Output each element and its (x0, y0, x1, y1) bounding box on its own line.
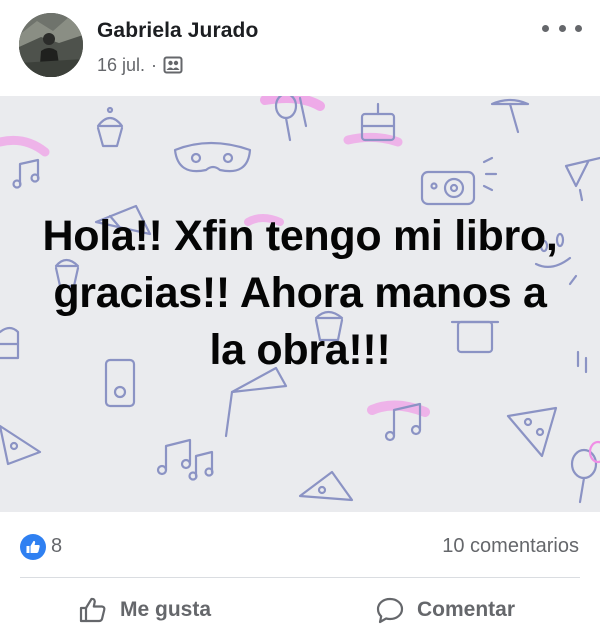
avatar[interactable] (19, 13, 83, 77)
music-note-doodle (12, 158, 40, 189)
balloon-doodle (570, 440, 600, 504)
bunting-doodle (564, 156, 600, 188)
music-note-doodle (156, 438, 214, 481)
like-button-label: Me gusta (120, 598, 212, 621)
action-bar: Me gusta Comentar (0, 578, 600, 642)
comment-button-label: Comentar (417, 598, 516, 621)
meta-separator: · (151, 54, 158, 75)
comment-button[interactable]: Comentar (375, 578, 515, 642)
like-icon[interactable] (20, 534, 46, 560)
post-meta: 16 jul. · (97, 53, 183, 77)
pizza-doodle (298, 470, 354, 502)
confetti-doodle (576, 350, 588, 374)
post-text: Hola!! Xfin tengo mi libro, gracias!! Ah… (42, 212, 558, 374)
comments-count[interactable]: 10 comentarios (442, 535, 579, 558)
post-header: Gabriela Jurado 16 jul. · (0, 0, 600, 96)
cocktail-doodle (490, 98, 530, 134)
cake-doodle (0, 326, 20, 360)
thumbs-up-icon (79, 597, 106, 623)
more-options-button[interactable] (542, 18, 582, 38)
party-mask-doodle (173, 141, 252, 173)
post-date[interactable]: 16 jul. (97, 55, 145, 76)
friends-icon[interactable] (163, 55, 183, 75)
more-dot-icon (558, 24, 566, 32)
post-background-image[interactable]: Hola!! Xfin tengo mi libro, gracias!! Ah… (0, 96, 600, 512)
pizza-doodle (0, 424, 42, 466)
more-dot-icon (542, 24, 549, 32)
cupcake-doodle (96, 106, 124, 148)
author-name[interactable]: Gabriela Jurado (97, 19, 258, 43)
avatar-photo (19, 13, 83, 77)
more-dot-icon (575, 24, 582, 32)
like-button[interactable]: Me gusta (78, 578, 211, 642)
pizza-doodle (506, 406, 558, 458)
reaction-count[interactable]: 8 (51, 535, 62, 558)
comment-bubble-icon (376, 597, 404, 624)
reactions-summary: 8 10 comentarios (0, 512, 600, 578)
post-card: Gabriela Jurado 16 jul. · Hola!! Xfin te… (0, 0, 600, 642)
camera-doodle (420, 156, 498, 206)
